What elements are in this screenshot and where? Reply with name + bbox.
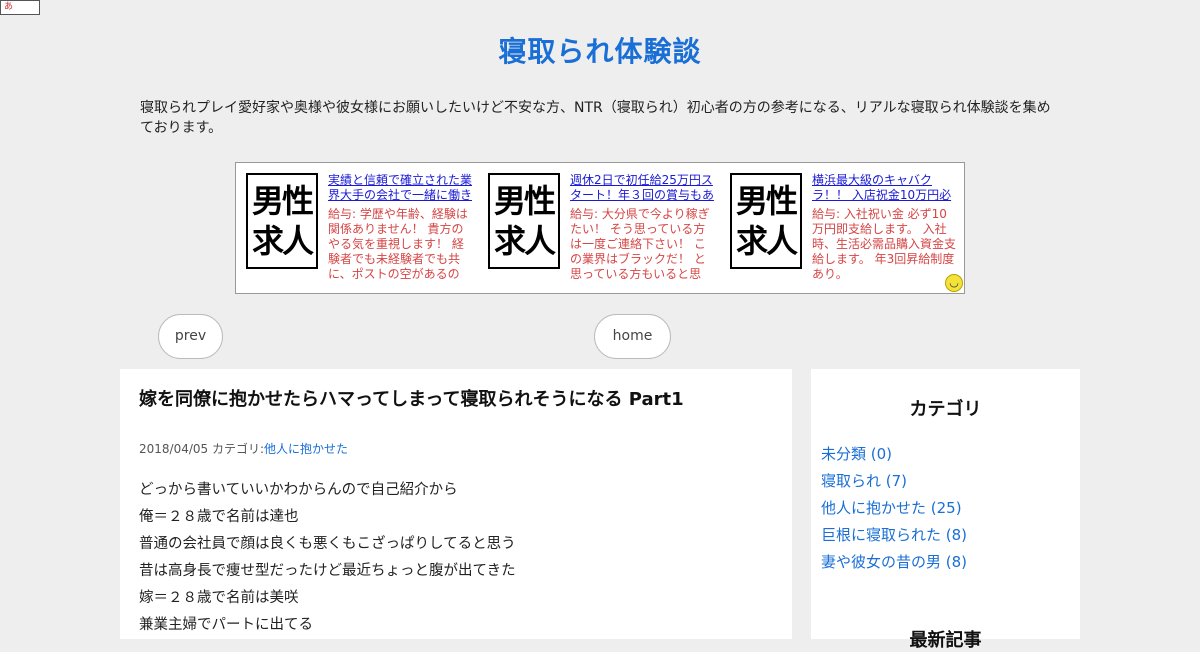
article-card: 嫁を同僚に抱かせたらハマってしまって寝取られそうになる Part1 2018/0… — [120, 369, 792, 639]
ad-body-text: 給与: 学歴や年齢、経験は関係ありません！ 貴方のやる気を重視します！ 経験者で… — [328, 207, 468, 281]
category-item: 他人に抱かせた (25) — [821, 495, 1070, 522]
ad-title-link[interactable]: 実績と信頼で確立された業界大手の会社で一緒に働き — [328, 173, 478, 203]
post-line: 俺＝２８歳で名前は達也 — [139, 509, 299, 525]
post-category-link[interactable]: 他人に抱かせた — [264, 442, 348, 456]
post-line: どっから書いていいかわからんので自己紹介から — [139, 482, 458, 498]
category-item: 未分類 (0) — [821, 441, 1070, 468]
ad-logo-image[interactable]: 男性 求人 — [246, 173, 318, 269]
ad-body-text: 給与: 大分県で今より稼ぎたい！ そう思っている方は一度ご連絡下さい！ この業界… — [570, 207, 710, 281]
corner-badge[interactable]: あ — [0, 0, 40, 15]
category-heading: カテゴリ — [909, 399, 982, 420]
category-link-ex[interactable]: 妻や彼女の昔の男 (8) — [821, 553, 967, 571]
ad-title-link[interactable]: 週休2日で初任給25万円スタート！年３回の賞与もあ — [570, 173, 720, 203]
post-line: 昔は高身長で痩せ型だったけど最近ちょっと腹が出てきた — [139, 563, 516, 579]
post-date: 2018/04/05 — [139, 442, 209, 456]
ad-logo-text-bottom: 求人 — [735, 222, 798, 260]
ad-body-text: 給与: 入社祝い金 必ず10万円即支給します。 入社時、生活必需品購入資金支給し… — [812, 207, 957, 281]
smile-icon[interactable]: ◡ — [945, 274, 963, 292]
site-description: 寝取られプレイ愛好家や奥様や彼女様にお願いしたいけど不安な方、NTR（寝取られ）… — [140, 100, 1051, 136]
site-header: 寝取られ体験談 寝取られプレイ愛好家や奥様や彼女様にお願いしたいけど不安な方、N… — [0, 0, 1200, 138]
category-item: 妻や彼女の昔の男 (8) — [821, 549, 1070, 576]
post-line: 普通の会社員で顔は良くも悪くもこざっぱりしてると思う — [139, 536, 516, 552]
category-link-big[interactable]: 巨根に寝取られた (8) — [821, 526, 967, 544]
ad-title-link[interactable]: 横浜最大級のキャバクラ！！ 入店祝金10万円必 — [812, 173, 962, 203]
ad-logo-text-top: 男性 — [493, 182, 556, 220]
post-line: 兼業主婦でパートに出てる — [139, 617, 313, 633]
ad-logo-image[interactable]: 男性 求人 — [488, 173, 560, 269]
post-title: 嫁を同僚に抱かせたらハマってしまって寝取られそうになる Part1 — [139, 389, 684, 410]
category-item: 寝取られ (7) — [821, 468, 1070, 495]
ad-logo-text-top: 男性 — [735, 182, 798, 220]
ad-logo-text-bottom: 求人 — [493, 222, 556, 260]
category-prefix: カテゴリ: — [212, 442, 265, 456]
sidebar: カテゴリ 未分類 (0) 寝取られ (7) 他人に抱かせた (25) 巨根に寝取… — [811, 369, 1080, 651]
post-line: 嫁＝２８歳で名前は美咲 — [139, 590, 299, 606]
ad-item[interactable]: 男性 求人 週休2日で初任給25万円スタート！年３回の賞与もあ 給与: 大分県で… — [488, 173, 723, 283]
site-title[interactable]: 寝取られ体験談 — [498, 30, 701, 70]
prev-button[interactable]: prev — [158, 314, 223, 359]
category-link-uncategorized[interactable]: 未分類 (0) — [821, 445, 892, 463]
category-item: 巨根に寝取られた (8) — [821, 522, 1070, 549]
ad-logo-image[interactable]: 男性 求人 — [730, 173, 802, 269]
post-meta: 2018/04/05 カテゴリ:他人に抱かせた — [139, 440, 773, 457]
category-link-netorare[interactable]: 寝取られ (7) — [821, 472, 907, 490]
category-link-others[interactable]: 他人に抱かせた (25) — [821, 499, 962, 517]
post-body: どっから書いていいかわからんので自己紹介から 俺＝２８歳で名前は達也 普通の会社… — [139, 477, 773, 639]
ad-item[interactable]: 男性 求人 横浜最大級のキャバクラ！！ 入店祝金10万円必 給与: 入社祝い金 … — [730, 173, 965, 283]
category-list: 未分類 (0) 寝取られ (7) 他人に抱かせた (25) 巨根に寝取られた (… — [821, 441, 1070, 576]
ad-item[interactable]: 男性 求人 実績と信頼で確立された業界大手の会社で一緒に働き 給与: 学歴や年齢… — [246, 173, 481, 283]
ad-logo-text-bottom: 求人 — [251, 222, 314, 260]
home-button[interactable]: home — [594, 314, 671, 359]
ad-banner: 男性 求人 実績と信頼で確立された業界大手の会社で一緒に働き 給与: 学歴や年齢… — [235, 162, 965, 294]
ad-logo-text-top: 男性 — [251, 182, 314, 220]
